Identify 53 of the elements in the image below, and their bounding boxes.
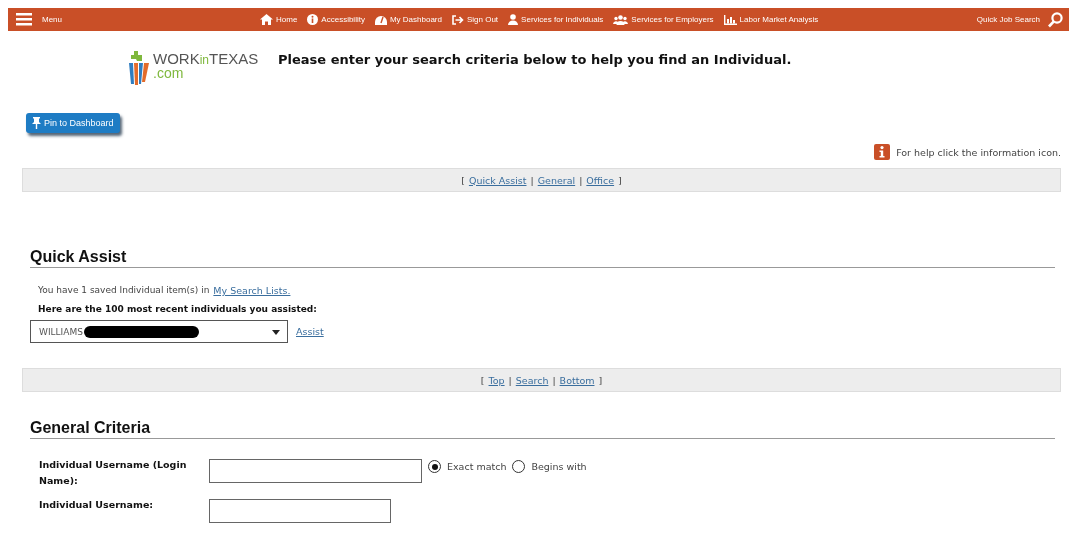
- nav-link[interactable]: Labor Market Analysis: [723, 14, 819, 25]
- jump-link[interactable]: General: [537, 174, 576, 186]
- field-label: Individual Username:: [39, 498, 155, 513]
- menu-label[interactable]: Menu: [42, 15, 62, 24]
- field-label: Individual Username (Login Name):: [39, 458, 188, 489]
- home-icon[interactable]: [260, 14, 273, 25]
- caret-icon[interactable]: [272, 330, 280, 335]
- pin-to-dashboard-button[interactable]: Pin to Dashboard: [26, 113, 120, 133]
- radio-label: Exact match: [447, 461, 507, 472]
- recent-individual-select[interactable]: WILLIAMS: [30, 320, 288, 343]
- bar-chart-icon[interactable]: [723, 14, 737, 25]
- recent-individuals-label: Here are the 100 most recent individuals you assisted:: [38, 304, 318, 314]
- separator-text: ]: [618, 174, 622, 186]
- quick-job-search-link[interactable]: Quick Job Search: [976, 15, 1040, 24]
- nav-link[interactable]: My Dashboard: [374, 14, 442, 25]
- separator-text: ]: [598, 374, 603, 386]
- nav-link[interactable]: Services for Employers: [613, 14, 714, 25]
- logo-icon: [128, 51, 150, 85]
- nav-link[interactable]: Sign Out: [451, 14, 499, 25]
- jump-link[interactable]: Search: [515, 374, 549, 386]
- section-heading: General Criteria: [30, 419, 1055, 439]
- separator-text: |: [552, 374, 556, 386]
- people-icon[interactable]: [613, 14, 629, 25]
- jump-link[interactable]: Bottom: [559, 374, 595, 386]
- separator-text: |: [530, 174, 534, 186]
- search-icon[interactable]: [1048, 11, 1063, 28]
- input-field[interactable]: [209, 499, 391, 524]
- input-field[interactable]: [209, 459, 422, 483]
- person-icon[interactable]: [508, 14, 519, 25]
- saved-items-text: You have 1 saved Individual item(s) in: [38, 285, 210, 296]
- jump-link[interactable]: Office: [586, 174, 615, 186]
- radio-label: Begins with: [531, 461, 587, 472]
- information-icon[interactable]: [874, 144, 891, 160]
- nav-link[interactable]: Accessibility: [307, 14, 365, 25]
- jump-link[interactable]: Quick Assist: [468, 174, 527, 186]
- nav-link[interactable]: Services for Individuals: [508, 14, 604, 25]
- logo-text[interactable]: WORKinTEXAS .com: [153, 51, 259, 80]
- nav-link[interactable]: Home: [260, 14, 298, 25]
- separator-text: [: [461, 174, 465, 186]
- separator-text: |: [579, 174, 583, 186]
- gauge-icon[interactable]: [374, 14, 387, 25]
- sign-out-icon[interactable]: [451, 14, 464, 25]
- info-icon[interactable]: [307, 14, 319, 25]
- jump-link[interactable]: Top: [488, 374, 505, 386]
- menu-icon[interactable]: [16, 13, 32, 26]
- my-search-lists-link[interactable]: My Search Lists.: [213, 285, 291, 296]
- help-text: For help click the information icon.: [896, 146, 1061, 158]
- separator-text: |: [508, 374, 512, 386]
- pin-icon[interactable]: [32, 117, 41, 129]
- page-heading: Please enter your search criteria below to help you find an Individual.: [278, 52, 792, 69]
- separator-text: [: [480, 374, 485, 386]
- assist-link[interactable]: Assist: [296, 326, 324, 337]
- section-heading: Quick Assist: [30, 248, 1055, 268]
